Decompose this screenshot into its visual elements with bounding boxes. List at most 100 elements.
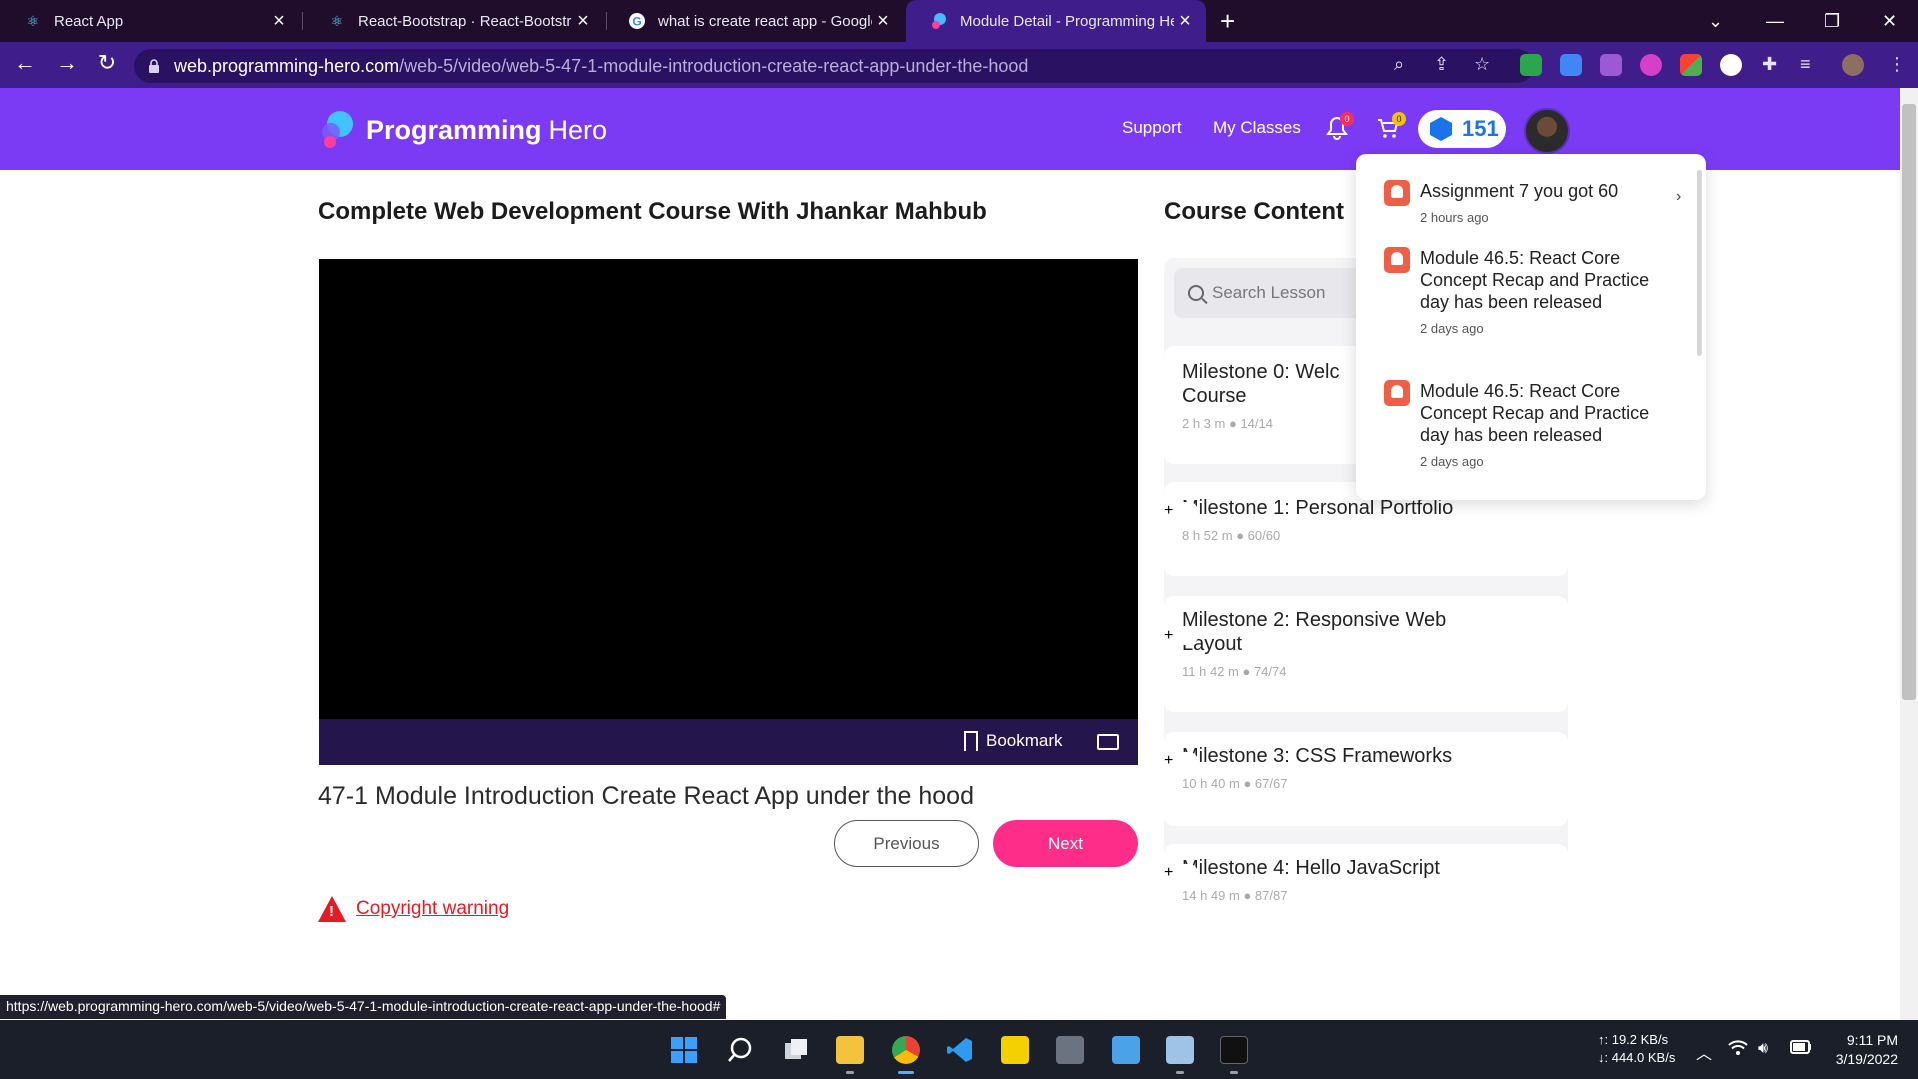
bookmark-label: Bookmark <box>986 731 1063 750</box>
lesson-title: 47-1 Module Introduction Create React Ap… <box>318 782 974 810</box>
extension-icon[interactable] <box>1680 54 1702 76</box>
copyright-warning[interactable]: Copyright warning <box>318 896 509 922</box>
pen-extension-icon[interactable] <box>1600 54 1622 76</box>
notification-item[interactable]: Module 46.5: React Core Concept Recap an… <box>1384 380 1660 469</box>
notification-icon <box>1384 247 1410 273</box>
notification-bell-icon[interactable]: 0 <box>1326 112 1354 145</box>
search-icon <box>1188 285 1204 301</box>
notification-count-badge: 0 <box>1340 112 1354 126</box>
vscode-icon[interactable] <box>946 1036 974 1064</box>
minimize-icon[interactable]: — <box>1766 0 1784 42</box>
page-scrollbar-thumb[interactable] <box>1902 104 1916 700</box>
milestone-meta: 8 h 52 m ● 60/60 <box>1182 528 1281 543</box>
logo-text-light: Hero <box>548 114 608 145</box>
close-icon[interactable]: × <box>872 10 894 33</box>
tab-react-app[interactable]: ⚛ React App × <box>0 0 300 42</box>
translate-icon[interactable] <box>1560 54 1582 76</box>
reload-icon[interactable]: ↻ <box>92 50 122 76</box>
reading-list-icon[interactable]: ≡ <box>1800 54 1811 75</box>
tab-google-search[interactable]: G what is create react app - Google × <box>604 0 904 42</box>
task-view-icon[interactable] <box>782 1036 810 1064</box>
bookmark-button[interactable]: Bookmark <box>964 731 1063 751</box>
tab-title: React-Bootstrap · React-Bootstrap <box>358 12 572 30</box>
chrome-icon[interactable] <box>892 1036 920 1064</box>
running-indicator <box>846 1071 854 1074</box>
extension-icon[interactable] <box>1520 54 1542 76</box>
theater-mode-icon[interactable] <box>1097 734 1119 750</box>
expand-milestone-button[interactable]: + <box>1164 864 1198 882</box>
calculator-icon[interactable] <box>1056 1036 1084 1064</box>
chevron-right-icon[interactable]: › <box>1676 188 1681 206</box>
tab-module-detail[interactable]: Module Detail - Programming Hero × <box>906 0 1206 42</box>
copyright-warning-link[interactable]: Copyright warning <box>356 898 509 920</box>
expand-milestone-button[interactable]: + <box>1164 627 1198 645</box>
course-content-title: Course Content <box>1164 198 1344 225</box>
video-player[interactable] <box>319 259 1138 719</box>
status-url: https://web.programming-hero.com/web-5/v… <box>0 995 727 1019</box>
share-icon[interactable]: ⇪ <box>1434 54 1449 75</box>
next-button[interactable]: Next <box>993 820 1138 867</box>
kebab-menu-icon[interactable]: ⋮ <box>1888 54 1906 75</box>
profile-avatar[interactable] <box>1842 54 1864 76</box>
close-icon[interactable]: × <box>268 10 290 33</box>
close-icon[interactable]: × <box>1174 10 1196 33</box>
forward-icon[interactable]: → <box>52 50 82 76</box>
notification-item[interactable]: Module 46.5: React Core Concept Recap an… <box>1384 247 1660 336</box>
search-placeholder: Search Lesson <box>1212 283 1326 302</box>
milestone-title: Milestone 3: CSS Frameworks <box>1182 745 1453 767</box>
url-path: /web-5/video/web-5-47-1-module-introduct… <box>399 55 1029 76</box>
notification-scrollbar[interactable] <box>1697 170 1702 356</box>
gem-icon <box>1430 117 1452 141</box>
cart-icon[interactable]: 0 <box>1376 112 1406 145</box>
running-indicator <box>1176 1071 1184 1074</box>
back-icon[interactable]: ← <box>10 50 40 76</box>
notification-message: Module 46.5: React Core Concept Recap an… <box>1420 248 1650 312</box>
notepad-icon[interactable] <box>1112 1036 1140 1064</box>
tab-separator <box>302 12 303 30</box>
terminal-icon[interactable] <box>1220 1036 1248 1064</box>
chevron-up-icon[interactable]: ︿ <box>1696 1040 1712 1064</box>
nav-my-classes[interactable]: My Classes <box>1213 118 1301 138</box>
network-speed: ↑: 19.2 KB/s ↓: 444.0 KB/s <box>1598 1031 1675 1067</box>
clock-time: 9:11 PM <box>1846 1032 1898 1048</box>
milestone-item[interactable]: Milestone 4: Hello JavaScript 14 h 49 m … <box>1164 844 1568 908</box>
expand-milestone-button[interactable]: + <box>1164 502 1198 520</box>
new-tab-button[interactable]: + <box>1220 6 1235 37</box>
expand-milestone-button[interactable]: + <box>1164 752 1198 770</box>
user-avatar[interactable] <box>1524 108 1570 154</box>
programming-hero-logo-icon <box>318 110 356 150</box>
milestone-meta: 10 h 40 m ● 67/67 <box>1182 776 1288 791</box>
svg-text:G: G <box>632 15 641 29</box>
previous-button[interactable]: Previous <box>834 820 979 867</box>
volume-icon[interactable]: 🔊︎ <box>1758 1040 1768 1058</box>
extension-icon[interactable] <box>1720 54 1742 76</box>
system-clock[interactable]: 9:11 PM 3/19/2022 <box>1828 1031 1898 1069</box>
notification-item[interactable]: Assignment 7 you got 60 2 hours ago <box>1384 180 1660 225</box>
milestone-item[interactable]: Milestone 3: CSS Frameworks 10 h 40 m ● … <box>1164 732 1568 826</box>
notification-time: 2 days ago <box>1420 454 1484 469</box>
close-icon[interactable]: × <box>572 10 594 33</box>
window-close-icon[interactable]: ✕ <box>1882 0 1897 42</box>
wifi-icon[interactable] <box>1728 1040 1748 1061</box>
site-logo[interactable]: Programming Hero <box>318 110 607 150</box>
react-bootstrap-icon: ⚛ <box>330 12 344 29</box>
extension-icon[interactable] <box>1640 54 1662 76</box>
milestone-item[interactable]: Milestone 2: Responsive Web Layout 11 h … <box>1164 596 1568 712</box>
nav-support[interactable]: Support <box>1122 118 1182 138</box>
search-icon[interactable] <box>726 1036 754 1064</box>
running-indicator <box>1230 1071 1238 1074</box>
address-bar[interactable]: web.programming-hero.com /web-5/video/we… <box>134 49 1534 83</box>
milestone-title: Milestone 2: Responsive Web Layout <box>1182 609 1447 655</box>
zoom-icon[interactable]: ⌕ <box>1394 54 1404 75</box>
battery-icon[interactable] <box>1790 1040 1812 1059</box>
bookmark-star-icon[interactable]: ☆ <box>1474 54 1490 75</box>
gems-counter[interactable]: 151 <box>1418 110 1506 148</box>
restore-icon[interactable]: ❐ <box>1824 0 1840 42</box>
puzzle-icon[interactable]: ✚ <box>1762 54 1777 75</box>
file-explorer-icon[interactable] <box>836 1036 864 1064</box>
media-player-icon[interactable] <box>1001 1036 1029 1064</box>
tab-react-bootstrap[interactable]: ⚛ React-Bootstrap · React-Bootstrap × <box>304 0 604 42</box>
tab-search-icon[interactable]: ⌄ <box>1708 0 1723 42</box>
windows-start-icon[interactable] <box>670 1036 698 1064</box>
task-manager-icon[interactable] <box>1166 1036 1194 1064</box>
